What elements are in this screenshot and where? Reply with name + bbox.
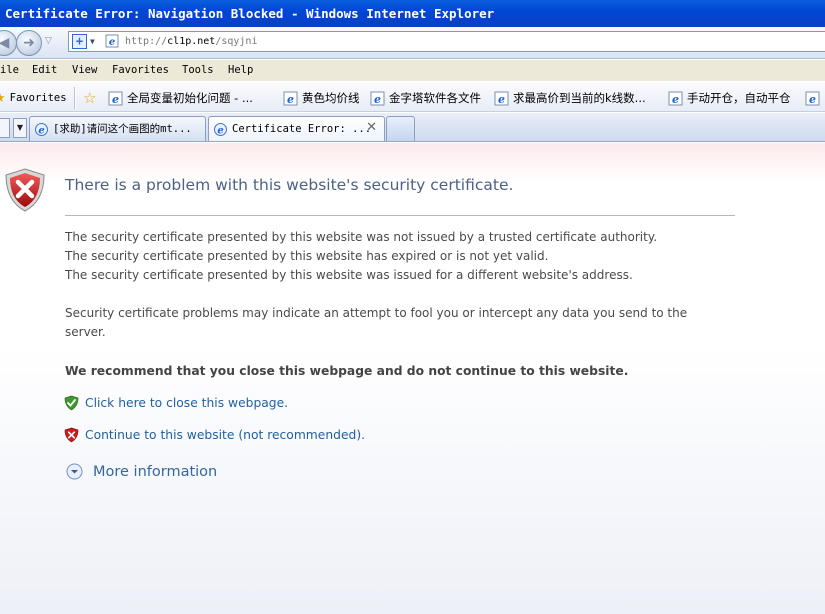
back-button[interactable]: ◀: [0, 30, 17, 56]
tab-row: ▼ e [求助]请问这个画图的mt... e Certificate Error…: [0, 113, 825, 142]
favorite-link-5[interactable]: e 手动开仓，自动平仓: [668, 89, 791, 107]
svg-text:e: e: [109, 37, 115, 48]
svg-text:e: e: [112, 93, 119, 106]
url-text: http://cl1p.net/sqyjni: [125, 36, 258, 47]
warning-text: Security certificate problems may indica…: [65, 306, 688, 339]
ie-page-icon: e: [108, 91, 123, 106]
add-to-favorites-icon: ☆: [83, 88, 97, 107]
forward-arrow-icon: ➜: [23, 35, 35, 51]
ie-page-icon: e: [35, 122, 48, 136]
ie-page-icon: e: [494, 91, 509, 106]
address-toolbar: ◀ ➜ ▽ + ▼ e http://cl1p.net/sqyjni: [0, 27, 825, 59]
page-title: There is a problem with this website's s…: [65, 176, 514, 194]
green-shield-icon: [64, 395, 79, 411]
favorite-link-3[interactable]: e 金字塔软件各文件: [370, 89, 481, 107]
svg-text:e: e: [498, 93, 505, 106]
red-shield-error-icon: [5, 168, 45, 212]
window-title: Certificate Error: Navigation Blocked - …: [0, 0, 825, 27]
chevron-down-icon[interactable]: ▼: [90, 32, 95, 51]
ie-page-icon: e: [370, 91, 385, 106]
menu-favorites[interactable]: Favorites: [112, 60, 169, 81]
favorite-link-1[interactable]: e 全局变量初始化问题 - ...: [108, 89, 253, 107]
address-field[interactable]: + ▼ e http://cl1p.net/sqyjni: [68, 31, 825, 52]
menu-edit[interactable]: Edit: [32, 60, 57, 81]
ie-page-icon: e: [105, 34, 119, 48]
recommendation-text: We recommend that you close this webpage…: [65, 364, 629, 378]
svg-text:e: e: [809, 93, 816, 106]
reason-mismatch: The security certificate presented by th…: [65, 268, 633, 282]
reason-expired: The security certificate presented by th…: [65, 249, 549, 263]
menu-view[interactable]: View: [72, 60, 97, 81]
svg-text:e: e: [672, 93, 679, 106]
back-arrow-icon: ◀: [0, 35, 10, 51]
svg-text:e: e: [374, 93, 381, 106]
plus-icon[interactable]: +: [72, 34, 87, 49]
favorites-button[interactable]: ★ Favorites: [0, 89, 67, 107]
toolbar-divider: [74, 87, 75, 109]
svg-text:e: e: [38, 125, 44, 136]
ie-page-icon: e: [214, 122, 227, 136]
expand-chevron-icon: [66, 463, 83, 480]
svg-text:e: e: [217, 125, 223, 136]
favorite-link-overflow[interactable]: e: [805, 89, 820, 107]
tab-list-dropdown[interactable]: ▼: [13, 118, 27, 138]
close-tab-icon[interactable]: ✕: [366, 117, 377, 139]
ie-page-icon: e: [283, 91, 298, 106]
error-page: There is a problem with this website's s…: [0, 143, 825, 614]
star-icon: ★: [0, 90, 6, 107]
menu-bar: ile Edit View Favorites Tools Help: [0, 60, 825, 81]
reason-untrusted: The security certificate presented by th…: [65, 230, 658, 244]
menu-file[interactable]: ile: [0, 60, 19, 81]
more-information-toggle[interactable]: More information: [66, 463, 217, 480]
continue-to-website-link[interactable]: Continue to this website (not recommende…: [64, 427, 365, 443]
close-webpage-link[interactable]: Click here to close this webpage.: [64, 395, 288, 411]
menu-tools[interactable]: Tools: [182, 60, 214, 81]
history-dropdown-icon[interactable]: ▽: [45, 36, 52, 46]
ie-page-icon: e: [668, 91, 683, 106]
tab-forum[interactable]: e [求助]请问这个画图的mt...: [29, 116, 206, 141]
favorite-link-4[interactable]: e 求最高价到当前的k线数...: [494, 89, 646, 107]
ie-page-icon: e: [805, 91, 820, 106]
add-favorite-button[interactable]: ☆: [83, 89, 96, 107]
forward-button[interactable]: ➜: [16, 30, 42, 56]
tab-certificate-error[interactable]: e Certificate Error: ... ✕: [208, 116, 385, 141]
divider: [65, 215, 735, 216]
quick-tabs-button[interactable]: [0, 118, 10, 138]
favorites-bar: ★ Favorites ☆ e 全局变量初始化问题 - ... e 黄色均价线 …: [0, 82, 825, 112]
new-tab-button[interactable]: [386, 116, 415, 141]
favorite-link-2[interactable]: e 黄色均价线: [283, 89, 360, 107]
red-shield-icon: [64, 427, 79, 443]
svg-text:e: e: [287, 93, 294, 106]
menu-help[interactable]: Help: [228, 60, 253, 81]
